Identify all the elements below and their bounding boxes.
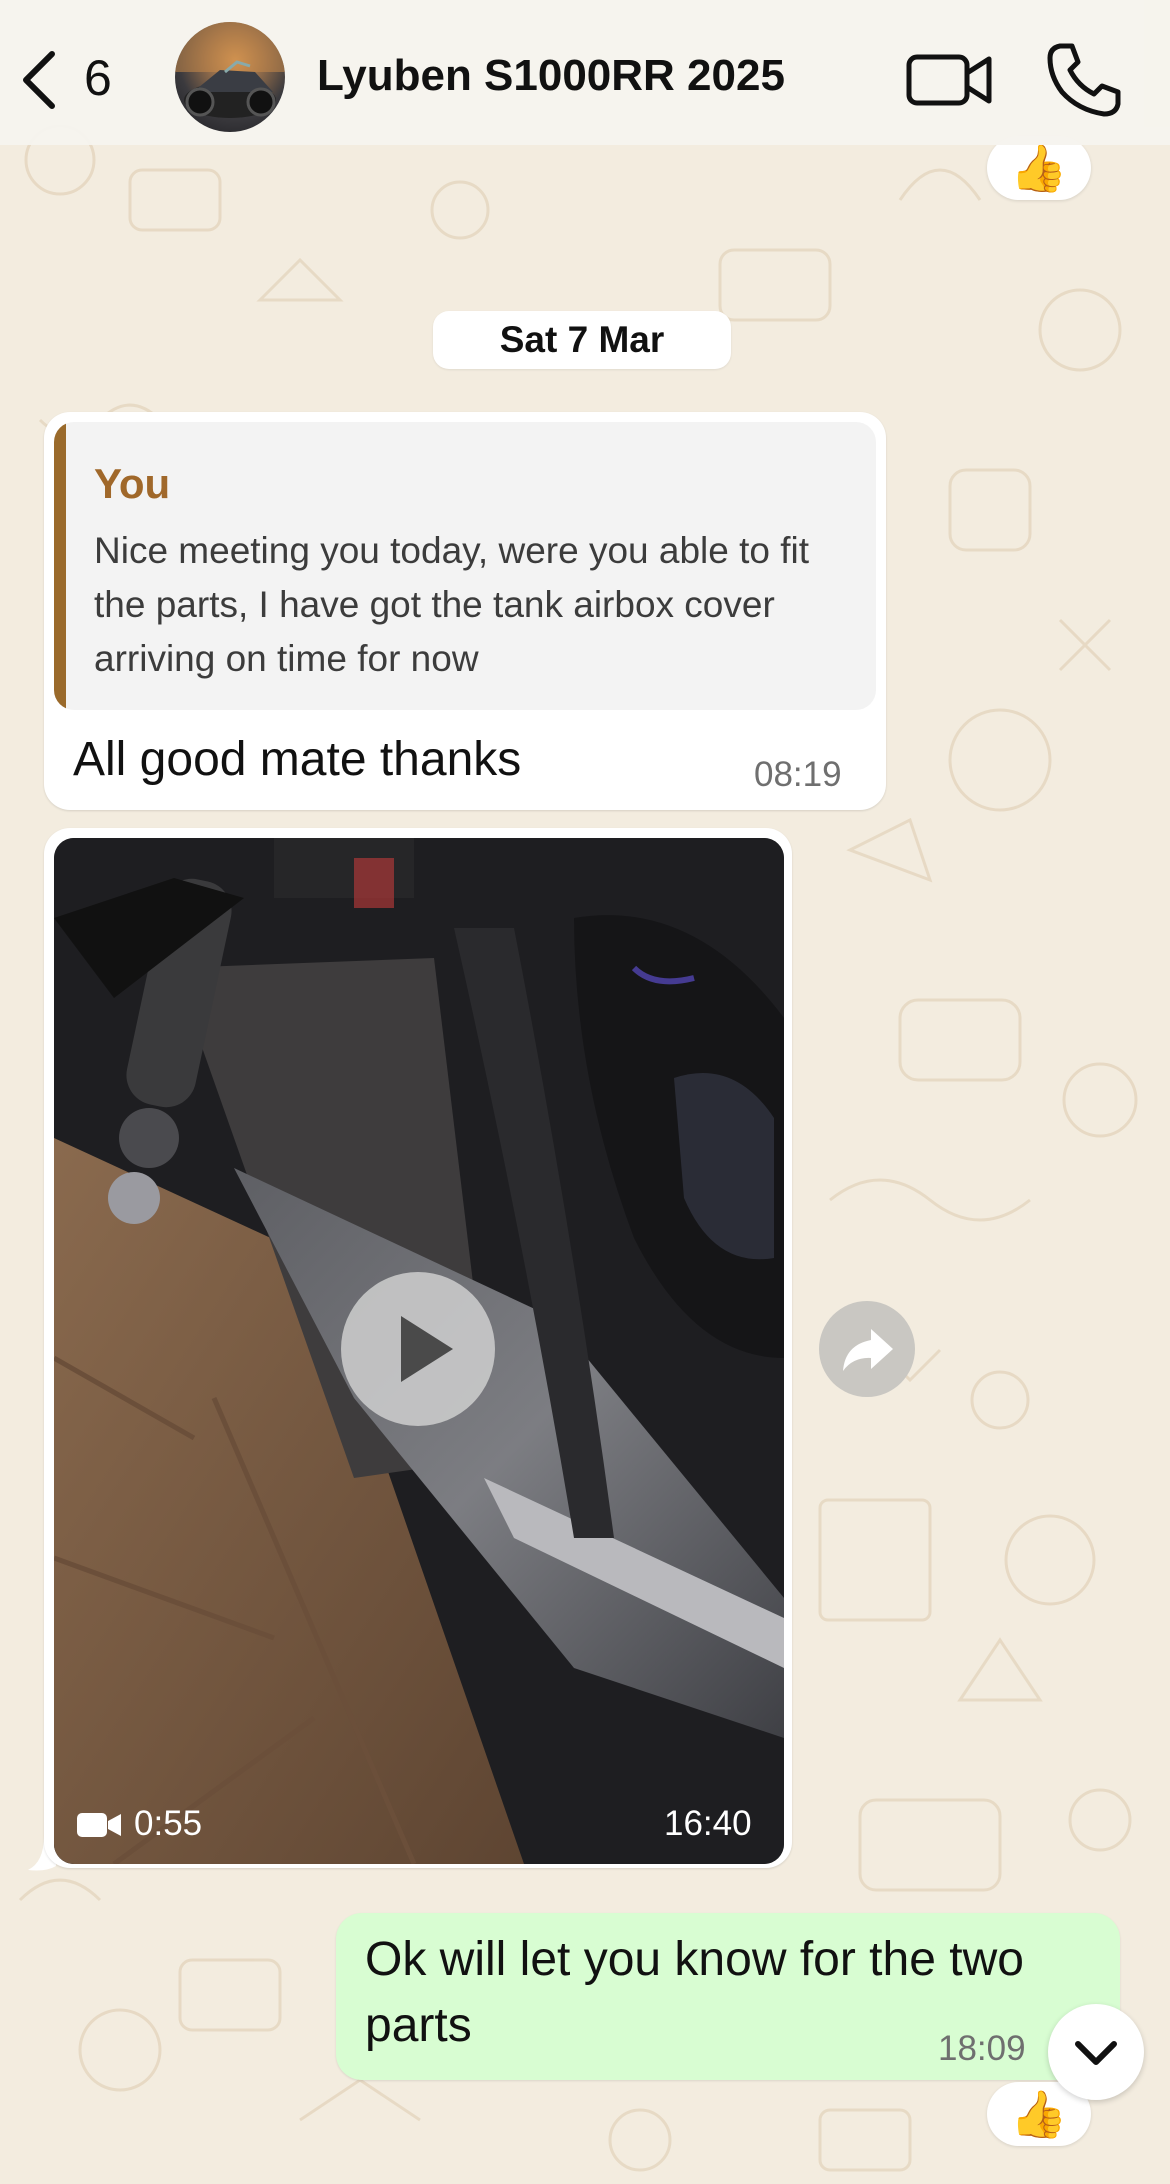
play-icon [401,1316,453,1382]
quote-author: You [94,460,171,507]
video-call-button[interactable] [905,45,995,115]
chevron-down-icon [1075,2041,1117,2065]
play-button[interactable] [341,1272,495,1426]
forward-icon [843,1329,893,1371]
video-duration: 0:55 [134,1804,203,1843]
quote-accent-bar [54,422,66,710]
message-time: 16:40 [664,1804,752,1843]
chevron-left-icon [23,51,55,109]
date-label: Sat 7 Mar [499,319,665,360]
message-time: 18:09 [938,2029,1026,2068]
message-time: 08:19 [754,755,842,794]
date-separator: Sat 7 Mar [433,311,731,369]
video-camera-icon [906,54,992,106]
message-bubble-incoming[interactable]: You Nice meeting you today, were you abl… [44,412,886,810]
chat-header: 6 Lyuben S1000RR 2025 [0,0,1170,145]
thumbs-up-emoji: 👍 [1010,142,1068,194]
message-text: All good mate thanks [73,733,522,786]
forward-button[interactable] [819,1301,915,1397]
voice-call-button[interactable] [1044,40,1124,120]
scroll-to-bottom-button[interactable] [1048,2004,1144,2100]
motorcycle-photo [175,22,285,118]
message-bubble-outgoing[interactable]: Ok will let you know for the two parts 1… [336,1913,1120,2080]
quote-text: Nice meeting you today, were you able to… [94,530,810,679]
contact-name[interactable]: Lyuben S1000RR 2025 [317,46,785,106]
quoted-message[interactable]: You Nice meeting you today, were you abl… [54,422,876,710]
phone-icon [1047,43,1121,117]
avatar[interactable] [175,22,285,132]
video-small-icon [77,1813,121,1837]
unread-count: 6 [84,50,112,106]
reaction-badge[interactable]: 👍 [987,136,1091,200]
back-button[interactable]: 6 [14,42,124,116]
